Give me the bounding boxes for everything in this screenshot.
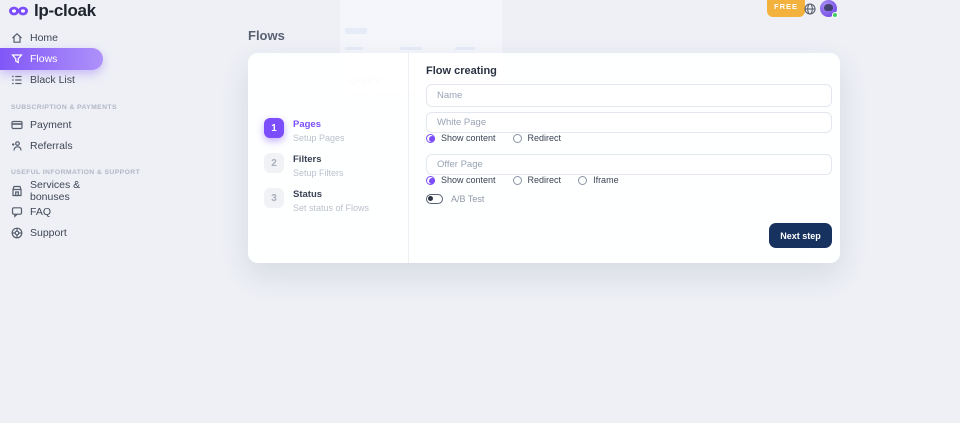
- mask-logo-icon: [8, 3, 29, 19]
- step-sublabel: Setup Pages: [293, 133, 345, 143]
- language-globe-icon[interactable]: [804, 3, 816, 15]
- step-label: Filters: [293, 153, 344, 165]
- credit-card-icon: [11, 119, 23, 131]
- radio-label: Redirect: [528, 133, 562, 143]
- toggle-switch: [426, 194, 443, 204]
- white-page-input[interactable]: [426, 112, 832, 133]
- background-colhead-hint: [345, 47, 363, 50]
- radio-redirect[interactable]: Redirect: [513, 133, 562, 143]
- offer-page-mode-radios: Show content Redirect Iframe: [426, 175, 619, 185]
- radio-iframe[interactable]: Iframe: [578, 175, 619, 185]
- sidebar-item-label: Black List: [30, 74, 75, 86]
- services-store-icon: [11, 185, 23, 197]
- section-label: SUBSCRIPTION & PAYMENTS: [11, 104, 117, 111]
- radio-label: Show content: [441, 175, 496, 185]
- sidebar-item-faq[interactable]: FAQ: [0, 205, 112, 219]
- modal-title: Flow creating: [426, 65, 497, 77]
- sidebar-item-support[interactable]: Support: [0, 226, 112, 240]
- step-number: 3: [264, 188, 284, 208]
- sidebar-item-home[interactable]: Home: [0, 31, 112, 45]
- radio-show-content[interactable]: Show content: [426, 175, 496, 185]
- step-sublabel: Setup Filters: [293, 168, 344, 178]
- flow-form: Flow creating Show content Redirect Show…: [426, 53, 832, 263]
- plan-badge-button[interactable]: FREE: [767, 0, 805, 17]
- sidebar-section-support: USEFUL INFORMATION & SUPPORT: [0, 168, 112, 176]
- toggle-label: A/B Test: [451, 194, 484, 204]
- app-root: { "app": { "logo_text": "lp-cloak" }, "h…: [0, 0, 960, 423]
- logo-text: lp-cloak: [34, 1, 96, 21]
- radio-label: Iframe: [593, 175, 619, 185]
- faq-chat-icon: [11, 206, 23, 218]
- modal-divider: [408, 53, 409, 263]
- section-label: USEFUL INFORMATION & SUPPORT: [11, 169, 140, 176]
- sidebar-item-payment[interactable]: Payment: [0, 118, 112, 132]
- sidebar-item-label: Referrals: [30, 140, 73, 152]
- sidebar-item-flows[interactable]: Flows: [0, 48, 103, 70]
- radio-redirect[interactable]: Redirect: [513, 175, 562, 185]
- radio-circle: [513, 176, 522, 185]
- sidebar-item-label: Support: [30, 227, 67, 239]
- step-number: 2: [264, 153, 284, 173]
- offer-page-input[interactable]: [426, 154, 832, 175]
- flows-filter-icon: [11, 53, 23, 65]
- toggle-knob: [428, 196, 433, 201]
- radio-show-content[interactable]: Show content: [426, 133, 496, 143]
- radio-circle: [426, 134, 435, 143]
- background-colhead-hint: [455, 47, 475, 50]
- sidebar-item-black-list[interactable]: Black List: [0, 73, 112, 87]
- background-button-hint: [345, 28, 367, 34]
- step-number: 1: [264, 118, 284, 138]
- sidebar-section-subscription: SUBSCRIPTION & PAYMENTS: [0, 103, 112, 111]
- white-page-mode-radios: Show content Redirect: [426, 133, 561, 143]
- app-logo[interactable]: lp-cloak: [8, 1, 96, 21]
- online-status-dot: [832, 12, 838, 18]
- sidebar-item-label: Flows: [30, 53, 57, 65]
- step-label: Pages: [293, 118, 345, 130]
- radio-circle: [513, 134, 522, 143]
- sidebar: Home Flows Black List SUBSCRIPTION & PAY…: [0, 31, 112, 240]
- step-label: Status: [293, 188, 369, 200]
- user-avatar[interactable]: [820, 0, 837, 17]
- sidebar-item-referrals[interactable]: Referrals: [0, 139, 112, 153]
- list-icon: [11, 74, 23, 86]
- sidebar-item-label: Services & bonuses: [30, 179, 112, 203]
- stepper-step-pages[interactable]: 1 Pages Setup Pages: [264, 118, 345, 143]
- sidebar-item-services[interactable]: Services & bonuses: [0, 184, 112, 198]
- flow-creating-modal: 1 Pages Setup Pages 2 Filters Setup Filt…: [248, 53, 840, 263]
- sidebar-item-label: FAQ: [30, 206, 51, 218]
- radio-circle: [426, 176, 435, 185]
- sidebar-item-label: Payment: [30, 119, 71, 131]
- support-lifebuoy-icon: [11, 227, 23, 239]
- name-input[interactable]: [426, 84, 832, 107]
- page-title: Flows: [248, 28, 285, 43]
- referrals-people-icon: [11, 140, 23, 152]
- sidebar-item-label: Home: [30, 32, 58, 44]
- step-sublabel: Set status of Flows: [293, 203, 369, 213]
- background-colhead-hint: [400, 47, 422, 50]
- next-step-button[interactable]: Next step: [769, 223, 832, 248]
- ab-test-toggle[interactable]: A/B Test: [426, 194, 484, 204]
- stepper-step-status[interactable]: 3 Status Set status of Flows: [264, 188, 369, 213]
- avatar-figure: [824, 4, 833, 11]
- radio-label: Show content: [441, 133, 496, 143]
- home-icon: [11, 32, 23, 44]
- stepper-step-filters[interactable]: 2 Filters Setup Filters: [264, 153, 344, 178]
- radio-circle: [578, 176, 587, 185]
- radio-label: Redirect: [528, 175, 562, 185]
